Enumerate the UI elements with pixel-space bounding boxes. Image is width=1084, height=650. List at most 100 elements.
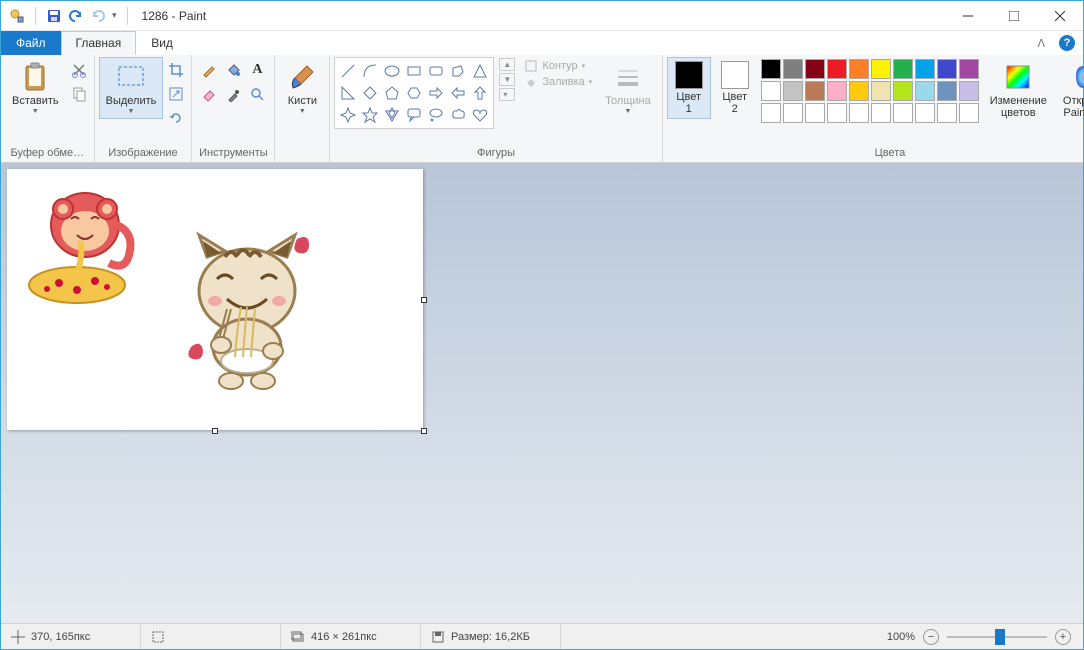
palette-color[interactable] bbox=[805, 59, 825, 79]
save-icon[interactable] bbox=[46, 8, 62, 24]
palette-color[interactable] bbox=[915, 103, 935, 123]
canvas[interactable] bbox=[7, 169, 423, 430]
shape-rect-icon[interactable] bbox=[403, 60, 425, 82]
minimize-button[interactable] bbox=[945, 1, 991, 31]
shape-callcloud-icon[interactable] bbox=[447, 104, 469, 126]
shapes-expand-icon[interactable]: ▾ bbox=[499, 88, 515, 101]
resize-handle-bottom[interactable] bbox=[212, 428, 218, 434]
palette-color[interactable] bbox=[827, 81, 847, 101]
zoom-slider[interactable] bbox=[947, 636, 1047, 638]
shapes-scroll-up-icon[interactable]: ▲ bbox=[499, 58, 515, 71]
group-colors-label: Цвета bbox=[667, 145, 1084, 162]
paste-button[interactable]: Вставить ▼ bbox=[5, 57, 66, 119]
palette-color[interactable] bbox=[959, 103, 979, 123]
edit-colors-button[interactable]: Изменение цветов bbox=[983, 57, 1054, 123]
color2-button[interactable]: Цвет 2 bbox=[713, 57, 757, 119]
brushes-button[interactable]: Кисти ▼ bbox=[279, 57, 325, 119]
shape-polygon-icon[interactable] bbox=[447, 60, 469, 82]
redo-icon[interactable] bbox=[90, 8, 106, 24]
shape-line-icon[interactable] bbox=[337, 60, 359, 82]
palette-color[interactable] bbox=[849, 59, 869, 79]
zoom-in-button[interactable]: + bbox=[1055, 629, 1071, 645]
resize-handle-right[interactable] bbox=[421, 297, 427, 303]
shape-rtriangle-icon[interactable] bbox=[337, 82, 359, 104]
maximize-button[interactable] bbox=[991, 1, 1037, 31]
shape-star4-icon[interactable] bbox=[337, 104, 359, 126]
pencil-icon[interactable] bbox=[198, 59, 220, 81]
picker-icon[interactable] bbox=[222, 83, 244, 105]
tab-view[interactable]: Вид bbox=[136, 31, 188, 55]
palette-color[interactable] bbox=[937, 103, 957, 123]
resize-icon[interactable] bbox=[165, 83, 187, 105]
shape-roundrect-icon[interactable] bbox=[425, 60, 447, 82]
zoom-out-button[interactable]: − bbox=[923, 629, 939, 645]
help-icon[interactable]: ? bbox=[1059, 35, 1075, 51]
palette-color[interactable] bbox=[915, 81, 935, 101]
shape-oval-icon[interactable] bbox=[381, 60, 403, 82]
palette-color[interactable] bbox=[783, 81, 803, 101]
shape-diamond-icon[interactable] bbox=[359, 82, 381, 104]
collapse-ribbon-icon[interactable]: ᐱ bbox=[1031, 31, 1051, 55]
outline-option[interactable]: Контур▾ bbox=[524, 59, 592, 73]
shape-callrect-icon[interactable] bbox=[403, 104, 425, 126]
shape-star5-icon[interactable] bbox=[359, 104, 381, 126]
tab-file[interactable]: Файл bbox=[1, 31, 61, 55]
palette-color[interactable] bbox=[937, 81, 957, 101]
shape-star6-icon[interactable] bbox=[381, 104, 403, 126]
resize-handle-corner[interactable] bbox=[421, 428, 427, 434]
palette-color[interactable] bbox=[761, 103, 781, 123]
shape-rarrow-icon[interactable] bbox=[425, 82, 447, 104]
palette-color[interactable] bbox=[805, 103, 825, 123]
shape-larrow-icon[interactable] bbox=[447, 82, 469, 104]
shape-triangle-icon[interactable] bbox=[469, 60, 491, 82]
palette-color[interactable] bbox=[871, 103, 891, 123]
paint3d-button[interactable]: Открыть Paint 3D bbox=[1056, 57, 1084, 123]
palette-color[interactable] bbox=[783, 59, 803, 79]
fill-option[interactable]: Заливка▾ bbox=[524, 75, 592, 89]
undo-icon[interactable] bbox=[68, 8, 84, 24]
palette-color[interactable] bbox=[761, 59, 781, 79]
shape-curve-icon[interactable] bbox=[359, 60, 381, 82]
palette-color[interactable] bbox=[805, 81, 825, 101]
rotate-icon[interactable] bbox=[165, 107, 187, 129]
palette-color[interactable] bbox=[893, 103, 913, 123]
palette-color[interactable] bbox=[893, 59, 913, 79]
palette-color[interactable] bbox=[959, 59, 979, 79]
thickness-button[interactable]: Толщина ▼ bbox=[598, 57, 658, 119]
zoom-value: 100% bbox=[887, 631, 915, 643]
clipboard-icon bbox=[19, 61, 51, 93]
palette-color[interactable] bbox=[893, 81, 913, 101]
palette-color[interactable] bbox=[871, 59, 891, 79]
qat-dropdown-icon[interactable]: ▾ bbox=[112, 10, 117, 21]
select-button[interactable]: Выделить ▼ bbox=[99, 57, 164, 119]
palette-color[interactable] bbox=[871, 81, 891, 101]
text-icon[interactable]: A bbox=[246, 59, 268, 81]
magnifier-icon[interactable] bbox=[246, 83, 268, 105]
shapes-gallery[interactable] bbox=[334, 57, 494, 129]
zoom-slider-thumb[interactable] bbox=[995, 629, 1005, 645]
work-area[interactable] bbox=[1, 163, 1083, 623]
palette-color[interactable] bbox=[761, 81, 781, 101]
shape-calloval-icon[interactable] bbox=[425, 104, 447, 126]
shape-uarrow-icon[interactable] bbox=[469, 82, 491, 104]
fill-icon[interactable] bbox=[222, 59, 244, 81]
close-button[interactable] bbox=[1037, 1, 1083, 31]
palette-color[interactable] bbox=[783, 103, 803, 123]
palette-color[interactable] bbox=[959, 81, 979, 101]
palette-color[interactable] bbox=[849, 103, 869, 123]
palette-color[interactable] bbox=[937, 59, 957, 79]
shapes-scroll-down-icon[interactable]: ▼ bbox=[499, 73, 515, 86]
crop-icon[interactable] bbox=[165, 59, 187, 81]
copy-icon[interactable] bbox=[68, 83, 90, 105]
shape-pentagon-icon[interactable] bbox=[381, 82, 403, 104]
palette-color[interactable] bbox=[915, 59, 935, 79]
cut-icon[interactable] bbox=[68, 59, 90, 81]
shape-hexagon-icon[interactable] bbox=[403, 82, 425, 104]
tab-home[interactable]: Главная bbox=[61, 31, 137, 55]
palette-color[interactable] bbox=[827, 103, 847, 123]
palette-color[interactable] bbox=[849, 81, 869, 101]
shape-heart-icon[interactable] bbox=[469, 104, 491, 126]
color1-button[interactable]: Цвет 1 bbox=[667, 57, 711, 119]
palette-color[interactable] bbox=[827, 59, 847, 79]
eraser-icon[interactable] bbox=[198, 83, 220, 105]
